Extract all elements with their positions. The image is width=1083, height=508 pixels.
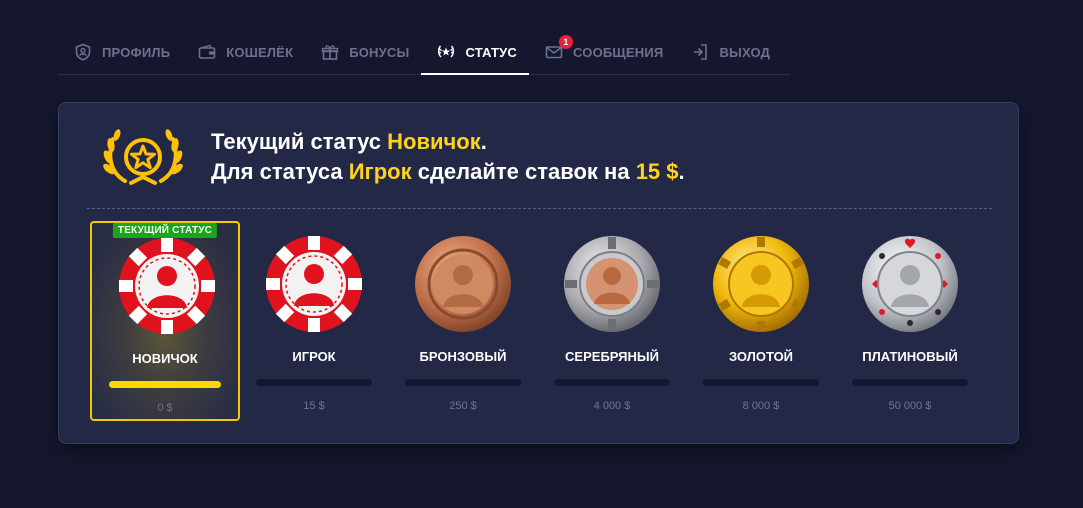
level-amount: 250 $	[449, 400, 477, 412]
amount-needed: 15 $	[635, 159, 679, 184]
level-amount: 15 $	[303, 400, 325, 412]
current-status-name: Новичок	[387, 129, 481, 154]
progress-bar	[703, 379, 819, 386]
bronze-chip-icon	[415, 236, 511, 332]
level-player[interactable]: ИГРОК 15 $	[239, 221, 389, 421]
silver-chip-icon	[564, 236, 660, 332]
notification-badge: 1	[559, 35, 573, 49]
level-gold[interactable]: ЗОЛОТОЙ 8 000 $	[686, 221, 836, 421]
level-amount: 8 000 $	[742, 400, 780, 412]
exit-icon	[694, 44, 708, 60]
status-message: Текущий статус Новичок. Для статуса Игро…	[211, 127, 685, 187]
level-amount: 4 000 $	[593, 400, 631, 412]
next-status-name: Игрок	[348, 159, 412, 184]
tab-wallet[interactable]: КОШЕЛЁК	[182, 30, 305, 74]
progress-fill	[109, 381, 221, 388]
status-panel: Текущий статус Новичок. Для статуса Игро…	[58, 102, 1019, 444]
tab-label: ПРОФИЛЬ	[102, 44, 171, 60]
gift-icon	[322, 45, 339, 60]
laurel-icon	[438, 45, 455, 58]
level-novice[interactable]: ТЕКУЩИЙ СТАТУС НОВИЧОК 0 $	[90, 221, 240, 421]
profile-tabs: ПРОФИЛЬ КОШЕЛЁК БОНУСЫ СТАТУС 1 СООБЩЕНИ…	[58, 30, 790, 75]
level-silver[interactable]: СЕРЕБРЯНЫЙ 4 000 $	[537, 221, 687, 421]
red-chip-icon	[119, 238, 215, 334]
level-bronze[interactable]: БРОНЗОВЫЙ 250 $	[388, 221, 538, 421]
level-name: БРОНЗОВЫЙ	[419, 349, 507, 364]
tab-label: ВЫХОД	[719, 44, 771, 60]
level-amount: 0 $	[157, 402, 173, 414]
level-name: СЕРЕБРЯНЫЙ	[565, 349, 659, 364]
text-fragment: .	[480, 129, 487, 154]
text-fragment: .	[678, 159, 685, 184]
divider	[87, 208, 992, 209]
shield-icon	[75, 43, 91, 61]
progress-bar	[109, 381, 221, 388]
laurel-star-icon	[103, 129, 183, 185]
tab-label: КОШЕЛЁК	[226, 44, 294, 60]
level-amount: 50 000 $	[888, 400, 932, 412]
tab-bonuses[interactable]: БОНУСЫ	[305, 30, 421, 74]
tab-label: СООБЩЕНИЯ	[573, 44, 664, 60]
status-levels: ТЕКУЩИЙ СТАТУС НОВИЧОК 0 $ ИГРОК 15 $ БР…	[59, 221, 1020, 421]
tab-status[interactable]: СТАТУС	[421, 30, 529, 75]
progress-bar	[554, 379, 670, 386]
current-status-line: Текущий статус Новичок.	[211, 127, 685, 157]
text-fragment: Текущий статус	[211, 129, 388, 154]
level-name: НОВИЧОК	[132, 351, 198, 366]
level-platinum[interactable]: ПЛАТИНОВЫЙ 50 000 $	[835, 221, 985, 421]
level-name: ПЛАТИНОВЫЙ	[862, 349, 958, 364]
text-fragment: Для статуса	[211, 159, 349, 184]
progress-bar	[405, 379, 521, 386]
gold-chip-icon	[713, 236, 809, 332]
tab-label: БОНУСЫ	[349, 44, 410, 60]
platinum-chip-icon	[862, 236, 958, 332]
progress-bar	[852, 379, 968, 386]
progress-bar	[256, 379, 372, 386]
tab-label: СТАТУС	[465, 44, 517, 60]
text-fragment: сделайте ставок на	[411, 159, 636, 184]
next-status-line: Для статуса Игрок сделайте ставок на 15 …	[211, 157, 685, 187]
level-name: ЗОЛОТОЙ	[728, 349, 794, 364]
tab-logout[interactable]: ВЫХОД	[675, 30, 782, 74]
level-name: ИГРОК	[292, 349, 336, 364]
red-chip-icon	[266, 236, 362, 332]
wallet-icon	[198, 44, 216, 59]
tab-profile[interactable]: ПРОФИЛЬ	[58, 30, 182, 74]
tab-messages[interactable]: 1 СООБЩЕНИЯ	[529, 30, 675, 74]
